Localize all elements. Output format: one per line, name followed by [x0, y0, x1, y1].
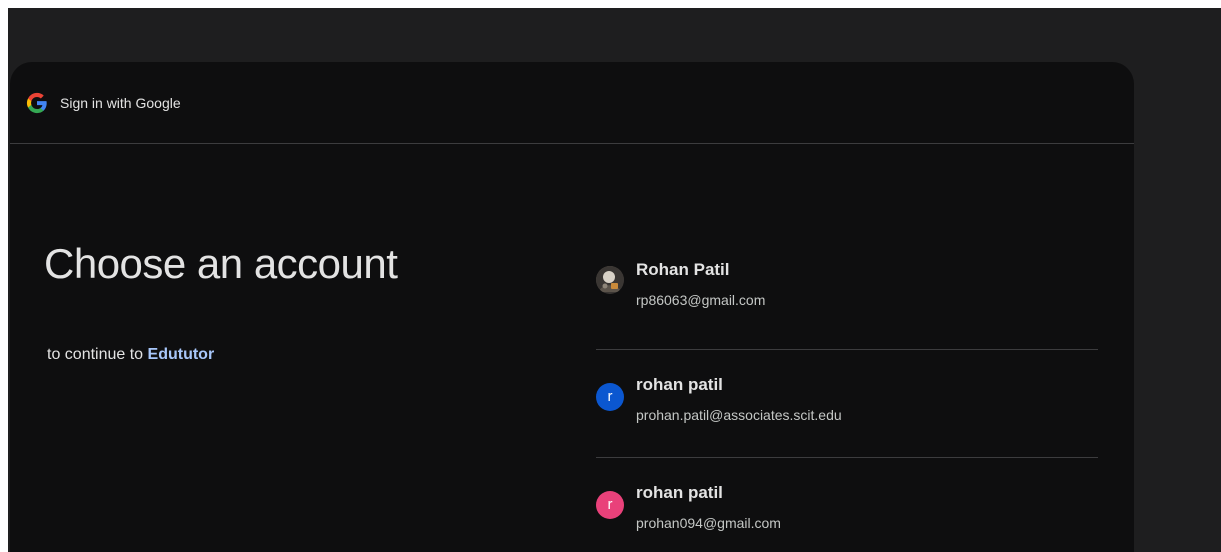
continue-to-text: to continue to Edututor: [47, 346, 214, 364]
avatar: [596, 266, 624, 294]
page-title: Choose an account: [44, 240, 398, 287]
account-name: rohan patil: [636, 375, 723, 394]
continue-to-label: to continue to: [47, 346, 144, 363]
app-name-link[interactable]: Edututor: [148, 346, 215, 363]
account-list: Rohan Patil rp86063@gmail.com r rohan pa…: [596, 242, 1098, 552]
avatar: r: [596, 383, 624, 411]
account-email: prohan.patil@associates.scit.edu: [636, 407, 842, 423]
dialog-header: Sign in with Google: [10, 62, 1134, 144]
sign-in-dialog: Sign in with Google Choose an account to…: [10, 62, 1134, 552]
account-name: Rohan Patil: [636, 260, 730, 279]
google-g-icon: [26, 92, 48, 114]
account-item[interactable]: r rohan patil prohan.patil@associates.sc…: [596, 350, 1098, 458]
account-item[interactable]: Rohan Patil rp86063@gmail.com: [596, 242, 1098, 350]
account-email: rp86063@gmail.com: [636, 292, 766, 308]
avatar: r: [596, 491, 624, 519]
header-title: Sign in with Google: [60, 95, 181, 111]
account-item[interactable]: r rohan patil prohan094@gmail.com: [596, 458, 1098, 552]
account-email: prohan094@gmail.com: [636, 515, 781, 531]
account-name: rohan patil: [636, 483, 723, 502]
